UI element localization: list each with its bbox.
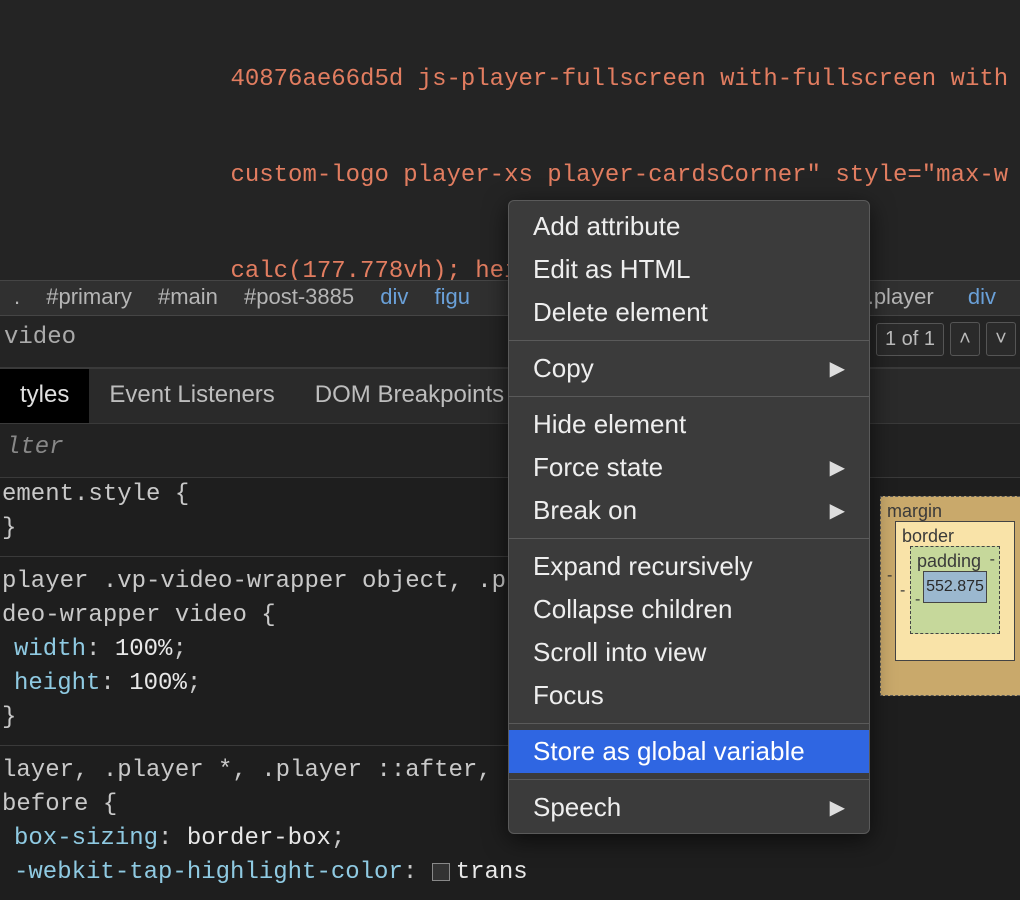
box-border-label: border [902,526,954,547]
menu-separator [509,779,869,780]
search-next-button[interactable]: ˅ [986,322,1016,356]
box-model[interactable]: margin - border - padding - - 552.875 [880,496,1020,706]
box-padding-label: padding [917,551,981,572]
color-swatch-icon[interactable] [432,863,450,881]
chevron-up-icon: ˄ [959,328,971,351]
submenu-arrow-icon: ▶ [830,795,845,820]
submenu-arrow-icon: ▶ [830,455,845,480]
menu-add-attribute[interactable]: Add attribute [509,205,869,248]
tab-dom-breakpoints[interactable]: DOM Breakpoints [295,369,524,423]
menu-force-state[interactable]: Force state▶ [509,446,869,489]
submenu-arrow-icon: ▶ [830,498,845,523]
tab-styles[interactable]: tyles [0,369,89,423]
breadcrumb-item[interactable]: .player [868,284,934,309]
menu-focus[interactable]: Focus [509,674,869,717]
submenu-arrow-icon: ▶ [830,356,845,381]
menu-separator [509,723,869,724]
breadcrumb-item[interactable]: div [968,284,996,309]
menu-copy[interactable]: Copy▶ [509,347,869,390]
menu-store-as-global[interactable]: Store as global variable [509,730,869,773]
menu-hide-element[interactable]: Hide element [509,403,869,446]
breadcrumb-item[interactable]: figu [434,284,469,309]
breadcrumb-item[interactable]: #main [158,284,218,309]
breadcrumb-item[interactable]: . [14,284,20,309]
box-content-size: 552.875 [923,571,987,603]
src-line[interactable]: 40876ae66d5d js-player-fullscreen with-f… [0,64,1020,96]
menu-speech[interactable]: Speech▶ [509,786,869,829]
chevron-down-icon: ˅ [995,328,1007,351]
search-prev-button[interactable]: ˄ [950,322,980,356]
search-count: 1 of 1 [876,323,944,356]
menu-separator [509,396,869,397]
menu-edit-as-html[interactable]: Edit as HTML [509,248,869,291]
menu-delete-element[interactable]: Delete element [509,291,869,334]
breadcrumb-item[interactable]: #post-3885 [244,284,354,309]
src-line[interactable]: custom-logo player-xs player-cardsCorner… [0,160,1020,192]
context-menu: Add attribute Edit as HTML Delete elemen… [508,200,870,834]
menu-expand-recursively[interactable]: Expand recursively [509,545,869,588]
breadcrumb-item[interactable]: div [380,284,408,309]
box-margin-label: margin [887,501,942,522]
menu-separator [509,538,869,539]
menu-collapse-children[interactable]: Collapse children [509,588,869,631]
menu-scroll-into-view[interactable]: Scroll into view [509,631,869,674]
menu-separator [509,340,869,341]
menu-break-on[interactable]: Break on▶ [509,489,869,532]
css-property[interactable]: -webkit-tap-highlight-color: trans [12,856,870,890]
tab-event-listeners[interactable]: Event Listeners [89,369,294,423]
breadcrumb-item[interactable]: #primary [46,284,132,309]
